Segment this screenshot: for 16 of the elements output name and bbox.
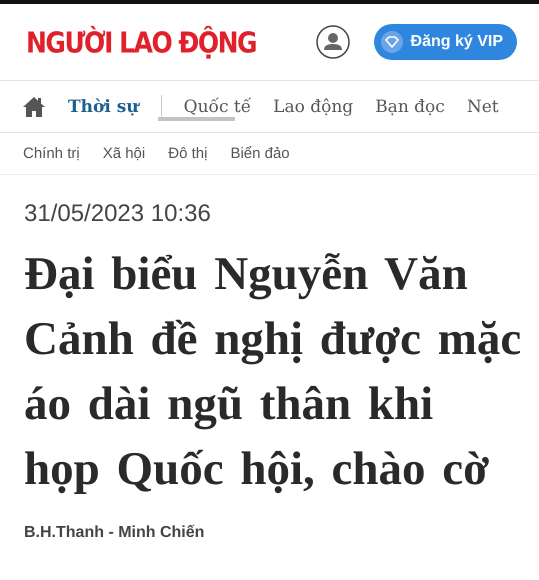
subnav-link[interactable]: Xã hội: [102, 145, 146, 162]
nav-tab[interactable]: Quốc tế: [184, 96, 252, 116]
nav-tab[interactable]: Lao động: [273, 96, 354, 116]
publish-date: 31/05/2023 10:36: [24, 200, 212, 228]
article-title: Đại biểu Nguyễn Văn Cảnh đề nghị được mặc áo dài ngũ thân khi họp Quốc hội, chào cờ: [24, 247, 522, 497]
nav-tab[interactable]: Thời sự: [68, 96, 139, 116]
subnav-link[interactable]: Chính trị: [23, 145, 80, 162]
logo[interactable]: NGƯỜI LAO ĐỘNG: [26, 25, 256, 59]
home-icon[interactable]: [22, 96, 46, 118]
nav-tab[interactable]: Net: [466, 96, 499, 116]
author-byline: B.H.Thanh - Minh Chiến: [24, 524, 206, 542]
nav-tab[interactable]: Bạn đọc: [375, 96, 445, 116]
subnav-link[interactable]: Đô thị: [168, 145, 208, 162]
subnav-link[interactable]: Biển đảo: [230, 145, 290, 162]
vip-button[interactable]: Đăng ký VIP: [374, 24, 517, 60]
user-icon[interactable]: [316, 25, 350, 59]
